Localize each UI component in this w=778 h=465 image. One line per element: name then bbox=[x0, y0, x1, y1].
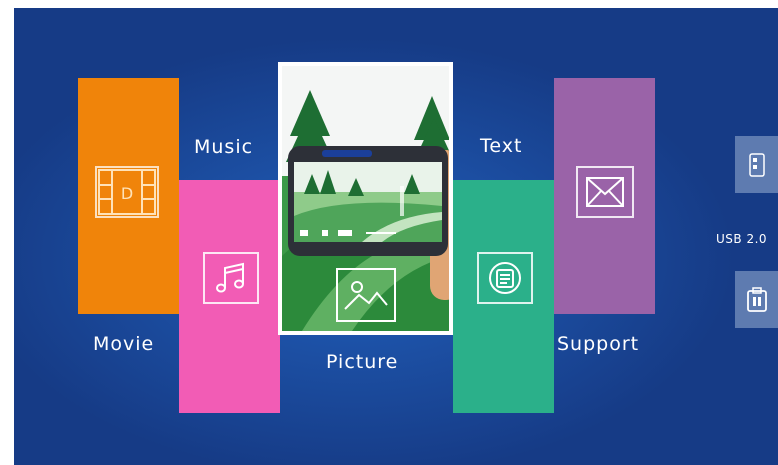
document-icon bbox=[477, 252, 533, 304]
usb-drive-icon bbox=[746, 286, 767, 312]
label-picture: Picture bbox=[326, 351, 399, 373]
usb-device-icon bbox=[748, 152, 765, 177]
image-icon bbox=[336, 268, 396, 322]
usb-label: USB 2.0 bbox=[716, 232, 768, 246]
film-icon: D bbox=[95, 166, 159, 218]
tile-text[interactable] bbox=[453, 180, 554, 413]
tile-music[interactable] bbox=[179, 180, 280, 413]
tile-movie[interactable]: D bbox=[78, 78, 179, 314]
label-text: Text bbox=[480, 135, 523, 157]
svg-text:D: D bbox=[121, 184, 133, 203]
tile-support[interactable] bbox=[554, 78, 655, 314]
tile-picture[interactable] bbox=[278, 62, 453, 335]
label-music: Music bbox=[194, 136, 254, 158]
usb-bottom-button[interactable] bbox=[735, 271, 778, 328]
music-note-icon bbox=[203, 252, 259, 304]
home-screen: D Movie Music Picture Text Support USB 2… bbox=[14, 8, 778, 465]
label-movie: Movie bbox=[93, 333, 155, 355]
usb-top-button[interactable] bbox=[735, 136, 778, 193]
envelope-icon bbox=[576, 166, 634, 218]
label-support: Support bbox=[557, 333, 640, 355]
